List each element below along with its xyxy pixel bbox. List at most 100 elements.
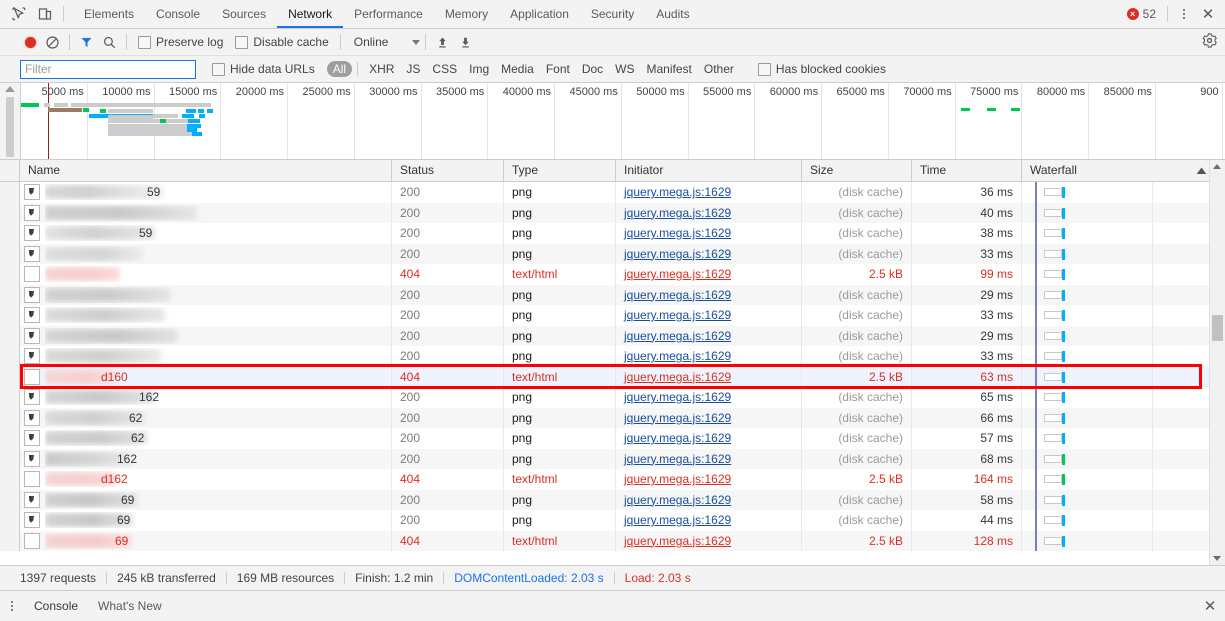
import-har-icon[interactable] bbox=[431, 29, 454, 55]
search-icon[interactable] bbox=[98, 29, 121, 55]
tab-audits[interactable]: Audits bbox=[645, 0, 700, 28]
table-row[interactable]: 59 200 png jquery.mega.js:1629 (disk cache) 3… bbox=[0, 223, 1225, 244]
type-filter-xhr[interactable]: XHR bbox=[363, 61, 400, 77]
tab-elements[interactable]: Elements bbox=[73, 0, 145, 28]
has-blocked-cookies-checkbox[interactable]: Has blocked cookies bbox=[752, 62, 892, 76]
initiator-link[interactable]: jquery.mega.js:1629 bbox=[624, 431, 731, 445]
table-row[interactable]: 162 200 png jquery.mega.js:1629 (disk cache)… bbox=[0, 387, 1225, 408]
overview-canvas[interactable]: 5000 ms 10000 ms 15000 ms 20000 ms 25000 ms 3… bbox=[21, 83, 1225, 159]
table-row[interactable]: 200 png jquery.mega.js:1629 (disk cache) 33 … bbox=[0, 346, 1225, 367]
hide-data-urls-checkbox[interactable]: Hide data URLs bbox=[206, 62, 321, 76]
initiator-link[interactable]: jquery.mega.js:1629 bbox=[624, 267, 731, 281]
type-filter-font[interactable]: Font bbox=[540, 61, 576, 77]
initiator-link[interactable]: jquery.mega.js:1629 bbox=[624, 534, 731, 548]
table-row[interactable]: 69 404 text/html jquery.mega.js:1629 2.5 kB 1… bbox=[0, 530, 1225, 551]
initiator-link[interactable]: jquery.mega.js:1629 bbox=[624, 452, 731, 466]
table-row[interactable]: 59 200 png jquery.mega.js:1629 (disk cache) 3… bbox=[0, 182, 1225, 203]
cell-name[interactable] bbox=[20, 264, 392, 285]
cell-name[interactable] bbox=[20, 284, 392, 305]
table-row[interactable]: 404 text/html jquery.mega.js:1629 2.5 kB 99 … bbox=[0, 264, 1225, 285]
initiator-link[interactable]: jquery.mega.js:1629 bbox=[624, 513, 731, 527]
cell-name[interactable]: 69 bbox=[20, 530, 392, 551]
close-icon[interactable]: ✕ bbox=[1195, 591, 1225, 621]
column-header-size[interactable]: Size bbox=[802, 160, 912, 181]
cell-name[interactable] bbox=[20, 202, 392, 223]
initiator-link[interactable]: jquery.mega.js:1629 bbox=[624, 370, 731, 384]
table-row[interactable]: d162 404 text/html jquery.mega.js:1629 2.5 k… bbox=[0, 469, 1225, 490]
cell-name[interactable]: d160 bbox=[20, 366, 392, 387]
device-toolbar-icon[interactable] bbox=[32, 1, 58, 27]
cell-name[interactable]: 69 bbox=[20, 489, 392, 510]
type-filter-doc[interactable]: Doc bbox=[576, 61, 609, 77]
type-filter-js[interactable]: JS bbox=[400, 61, 426, 77]
cell-name[interactable]: d162 bbox=[20, 469, 392, 490]
table-row[interactable]: 200 png jquery.mega.js:1629 (disk cache) 40 … bbox=[0, 202, 1225, 223]
type-filter-manifest[interactable]: Manifest bbox=[641, 61, 698, 77]
cell-name[interactable] bbox=[20, 305, 392, 326]
initiator-link[interactable]: jquery.mega.js:1629 bbox=[624, 206, 731, 220]
inspect-cursor-icon[interactable] bbox=[6, 1, 32, 27]
scroll-up-icon[interactable] bbox=[1213, 164, 1221, 169]
kebab-menu-icon[interactable] bbox=[1173, 1, 1195, 27]
table-row[interactable]: 200 png jquery.mega.js:1629 (disk cache) 29 … bbox=[0, 284, 1225, 305]
table-row[interactable]: 62 200 png jquery.mega.js:1629 (disk cache) 5… bbox=[0, 428, 1225, 449]
record-button-icon[interactable] bbox=[20, 29, 41, 55]
table-row[interactable]: d160 404 text/html jquery.mega.js:1629 2.5 k… bbox=[0, 366, 1225, 387]
column-header-time[interactable]: Time bbox=[912, 160, 1022, 181]
type-filter-ws[interactable]: WS bbox=[609, 61, 640, 77]
type-filter-css[interactable]: CSS bbox=[426, 61, 463, 77]
initiator-link[interactable]: jquery.mega.js:1629 bbox=[624, 411, 731, 425]
drawer-tab-console[interactable]: Console bbox=[24, 591, 88, 621]
tab-performance[interactable]: Performance bbox=[343, 0, 434, 28]
kebab-menu-icon[interactable] bbox=[0, 591, 24, 621]
scrollbar-thumb[interactable] bbox=[1212, 315, 1223, 341]
drawer-tab-whats-new[interactable]: What's New bbox=[88, 591, 172, 621]
table-vertical-scrollbar[interactable] bbox=[1209, 160, 1225, 565]
type-filter-other[interactable]: Other bbox=[698, 61, 740, 77]
cell-name[interactable]: 59 bbox=[20, 223, 392, 244]
error-count-badge[interactable]: × 52 bbox=[1121, 7, 1162, 21]
initiator-link[interactable]: jquery.mega.js:1629 bbox=[624, 349, 731, 363]
tab-memory[interactable]: Memory bbox=[434, 0, 499, 28]
table-row[interactable]: 69 200 png jquery.mega.js:1629 (disk cache) 4… bbox=[0, 510, 1225, 531]
table-row[interactable]: 200 png jquery.mega.js:1629 (disk cache) 29 … bbox=[0, 325, 1225, 346]
table-body[interactable]: 59 200 png jquery.mega.js:1629 (disk cache) 3… bbox=[0, 182, 1225, 565]
tab-sources[interactable]: Sources bbox=[211, 0, 277, 28]
column-header-type[interactable]: Type bbox=[504, 160, 616, 181]
scroll-down-icon[interactable] bbox=[1213, 556, 1221, 561]
cell-name[interactable] bbox=[20, 346, 392, 367]
table-row[interactable]: 69 200 png jquery.mega.js:1629 (disk cache) 5… bbox=[0, 489, 1225, 510]
initiator-link[interactable]: jquery.mega.js:1629 bbox=[624, 308, 731, 322]
type-filter-img[interactable]: Img bbox=[463, 61, 495, 77]
initiator-link[interactable]: jquery.mega.js:1629 bbox=[624, 493, 731, 507]
type-filter-all[interactable]: All bbox=[326, 61, 353, 77]
tab-console[interactable]: Console bbox=[145, 0, 211, 28]
cell-name[interactable] bbox=[20, 243, 392, 264]
column-header-name[interactable]: Name bbox=[20, 160, 392, 181]
cell-name[interactable]: 62 bbox=[20, 428, 392, 449]
initiator-link[interactable]: jquery.mega.js:1629 bbox=[624, 288, 731, 302]
type-filter-media[interactable]: Media bbox=[495, 61, 540, 77]
export-har-icon[interactable] bbox=[454, 29, 477, 55]
table-row[interactable]: 62 200 png jquery.mega.js:1629 (disk cache) 6… bbox=[0, 407, 1225, 428]
initiator-link[interactable]: jquery.mega.js:1629 bbox=[624, 247, 731, 261]
table-row[interactable]: 162 200 png jquery.mega.js:1629 (disk cache)… bbox=[0, 448, 1225, 469]
cell-name[interactable]: 62 bbox=[20, 407, 392, 428]
clear-icon[interactable] bbox=[41, 29, 64, 55]
scroll-up-icon[interactable] bbox=[5, 86, 15, 92]
overview-scroll-track[interactable] bbox=[6, 97, 14, 157]
filter-funnel-icon[interactable] bbox=[75, 29, 98, 55]
tab-security[interactable]: Security bbox=[580, 0, 645, 28]
initiator-link[interactable]: jquery.mega.js:1629 bbox=[624, 390, 731, 404]
close-icon[interactable]: ✕ bbox=[1195, 1, 1221, 27]
tab-application[interactable]: Application bbox=[499, 0, 580, 28]
initiator-link[interactable]: jquery.mega.js:1629 bbox=[624, 329, 731, 343]
cell-name[interactable]: 162 bbox=[20, 387, 392, 408]
preserve-log-checkbox[interactable]: Preserve log bbox=[132, 35, 229, 49]
tab-network[interactable]: Network bbox=[277, 0, 343, 28]
cell-name[interactable]: 162 bbox=[20, 448, 392, 469]
cell-name[interactable]: 69 bbox=[20, 510, 392, 531]
table-row[interactable]: 200 png jquery.mega.js:1629 (disk cache) 33 … bbox=[0, 243, 1225, 264]
cell-name[interactable]: 59 bbox=[20, 182, 392, 203]
filter-input[interactable] bbox=[20, 59, 196, 79]
